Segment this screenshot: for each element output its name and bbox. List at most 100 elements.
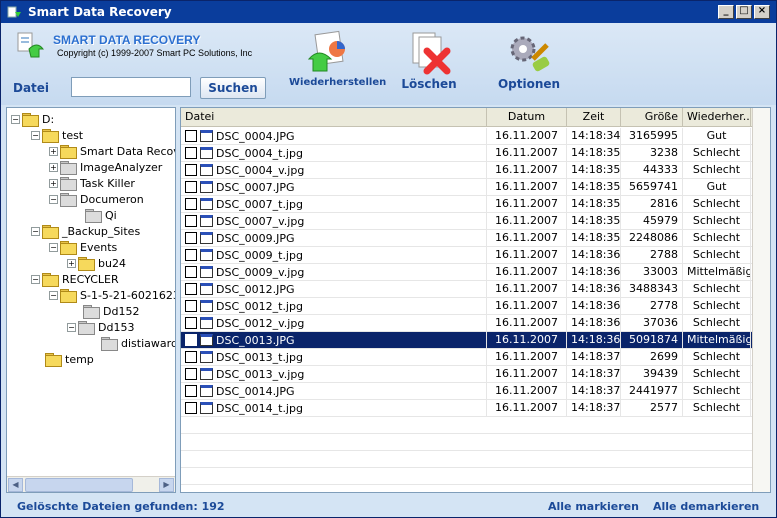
recovery-state: Schlecht [683,366,751,382]
column-header-date[interactable]: Datum [487,108,567,127]
maximize-button[interactable]: □ [736,5,752,19]
row-checkbox[interactable] [185,181,197,193]
table-row[interactable]: DSC_0013.JPG 16.11.2007 14:18:36 5091874 Mit… [181,332,752,349]
row-checkbox[interactable] [185,232,197,244]
delete-button[interactable]: Löschen [389,29,469,103]
row-checkbox[interactable] [185,283,197,295]
row-checkbox[interactable] [185,368,197,380]
minimize-button[interactable]: _ [718,5,734,19]
tree-node[interactable]: + Task Killer [49,175,135,191]
tree-node[interactable]: − test [31,127,83,143]
expand-icon[interactable]: + [49,178,58,188]
search-button[interactable]: Suchen [200,77,266,99]
row-checkbox[interactable] [185,334,197,346]
file-name: DSC_0007.JPG [216,180,295,194]
tree-node[interactable]: − _Backup_Sites [31,223,140,239]
table-row[interactable]: DSC_0007_v.jpg 16.11.2007 14:18:35 45979 Sch… [181,213,752,230]
expand-icon[interactable]: + [49,162,58,172]
file-name: DSC_0012.JPG [216,282,295,296]
column-header-time[interactable]: Zeit [567,108,621,127]
tree-node[interactable]: Dd152 [83,303,139,319]
file-name-cell: DSC_0004_t.jpg [181,145,487,161]
collapse-icon[interactable]: − [31,130,40,140]
table-row[interactable]: DSC_0012_v.jpg 16.11.2007 14:18:36 37036 Sch… [181,315,752,332]
collapse-icon[interactable]: − [49,242,58,252]
recovery-state: Schlecht [683,281,751,297]
collapse-icon[interactable]: − [31,274,40,284]
column-header-state[interactable]: Wiederher... [683,108,751,127]
row-checkbox[interactable] [185,266,197,278]
close-button[interactable]: × [754,5,770,19]
file-list[interactable]: Datei Datum Zeit Größe Wiederher... DSC_… [180,107,771,493]
tree-node[interactable]: − D: [11,111,54,127]
tree-node[interactable]: − S-1-5-21-60216235 [49,287,175,303]
column-header-size[interactable]: Größe [621,108,683,127]
table-row[interactable]: DSC_0012.JPG 16.11.2007 14:18:36 3488343 Sch… [181,281,752,298]
expand-icon[interactable]: + [67,258,76,268]
row-checkbox[interactable] [185,351,197,363]
file-icon [200,266,213,278]
collapse-icon[interactable]: − [49,194,58,204]
table-row[interactable]: DSC_0004_v.jpg 16.11.2007 14:18:35 44333 Sch… [181,162,752,179]
recovery-state: Schlecht [683,145,751,161]
scroll-thumb[interactable] [25,478,133,492]
table-row[interactable]: DSC_0014.JPG 16.11.2007 14:18:37 2441977 Sch… [181,383,752,400]
collapse-icon[interactable]: − [11,114,20,124]
collapse-icon[interactable]: − [49,290,58,300]
table-row[interactable]: DSC_0007_t.jpg 16.11.2007 14:18:35 2816 Schl… [181,196,752,213]
scroll-left-icon[interactable]: ◀ [8,478,23,492]
deselect-all-button[interactable]: Alle demarkieren [653,500,759,513]
table-row[interactable]: DSC_0009.JPG 16.11.2007 14:18:35 2248086 Sch… [181,230,752,247]
table-row[interactable]: DSC_0007.JPG 16.11.2007 14:18:35 5659741 Gut [181,179,752,196]
recovery-state: Schlecht [683,230,751,246]
row-checkbox[interactable] [185,130,197,142]
file-time: 14:18:35 [567,179,621,195]
collapse-icon[interactable]: − [67,322,76,332]
table-row[interactable]: DSC_0014_t.jpg 16.11.2007 14:18:37 2577 Schl… [181,400,752,417]
tree-node[interactable]: Qi [85,207,117,223]
tree-node[interactable]: + Smart Data Recov [49,143,175,159]
table-row[interactable]: DSC_0013_t.jpg 16.11.2007 14:18:37 2699 Schl… [181,349,752,366]
search-input[interactable] [71,77,191,97]
tree-node[interactable]: − Events [49,239,117,255]
row-checkbox[interactable] [185,164,197,176]
title-bar[interactable]: Smart Data Recovery _ □ × [1,1,776,23]
row-checkbox[interactable] [185,249,197,261]
tree-node[interactable]: − Documeron [49,191,144,207]
tree-node[interactable]: temp [45,351,94,367]
row-checkbox[interactable] [185,385,197,397]
tree-node[interactable]: − Dd153 [67,319,134,335]
tree-node[interactable]: + bu24 [67,255,126,271]
tree-horizontal-scrollbar[interactable]: ◀ ▶ [7,476,175,492]
restore-button[interactable]: Wiederherstellen [289,29,386,103]
file-time: 14:18:37 [567,383,621,399]
row-checkbox[interactable] [185,402,197,414]
recovery-state: Schlecht [683,213,751,229]
table-row[interactable]: DSC_0009_v.jpg 16.11.2007 14:18:36 33003 Mit… [181,264,752,281]
expand-icon[interactable]: + [49,146,58,156]
select-all-button[interactable]: Alle markieren [548,500,639,513]
row-checkbox[interactable] [185,317,197,329]
tree-node[interactable]: + ImageAnalyzer [49,159,162,175]
row-checkbox[interactable] [185,198,197,210]
file-list-vertical-scrollbar[interactable] [752,108,770,492]
row-checkbox[interactable] [185,300,197,312]
table-row[interactable]: DSC_0012_t.jpg 16.11.2007 14:18:36 2778 Schl… [181,298,752,315]
folder-tree[interactable]: − D: − test + Smart Data Recov + ImageAn… [6,107,176,493]
row-checkbox[interactable] [185,147,197,159]
scroll-right-icon[interactable]: ▶ [159,478,174,492]
column-header-name[interactable]: Datei [181,108,487,127]
file-time: 14:18:35 [567,213,621,229]
empty-row [181,468,752,485]
file-date: 16.11.2007 [487,213,567,229]
table-row[interactable]: DSC_0004_t.jpg 16.11.2007 14:18:35 3238 Schl… [181,145,752,162]
row-checkbox[interactable] [185,215,197,227]
table-row[interactable]: DSC_0009_t.jpg 16.11.2007 14:18:36 2788 Schl… [181,247,752,264]
table-row[interactable]: DSC_0004.JPG 16.11.2007 14:18:34 3165995 Gut [181,128,752,145]
tree-node[interactable]: distiaward_ [101,335,175,351]
collapse-icon[interactable]: − [31,226,40,236]
folder-icon [60,289,77,303]
tree-node[interactable]: − RECYCLER [31,271,119,287]
options-button[interactable]: Optionen [489,29,569,103]
table-row[interactable]: DSC_0013_v.jpg 16.11.2007 14:18:37 39439 Sch… [181,366,752,383]
